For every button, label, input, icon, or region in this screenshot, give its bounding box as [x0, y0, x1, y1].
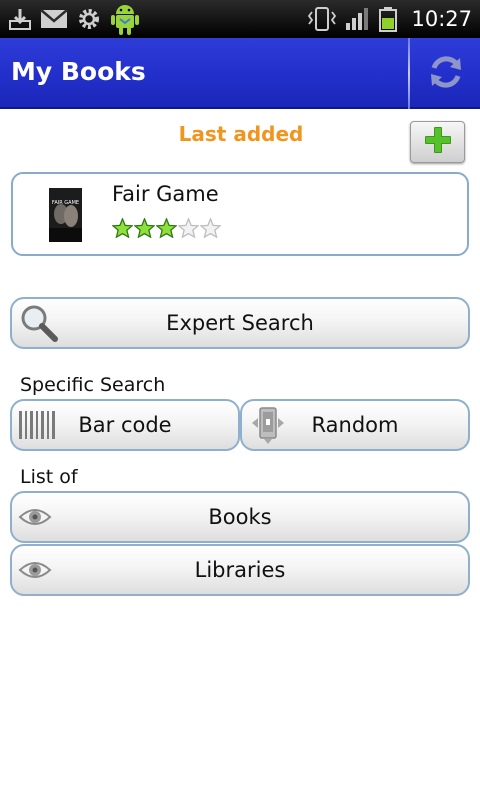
list-books-button[interactable]: Books [10, 491, 470, 543]
settings-icon [76, 6, 102, 32]
status-bar: 10:27 [0, 0, 480, 38]
star-empty-icon [199, 217, 222, 242]
download-icon [8, 7, 32, 31]
book-title: Fair Game [112, 182, 219, 206]
expert-search-button[interactable]: Expert Search [10, 297, 470, 349]
page-title: My Books [11, 57, 146, 86]
eye-icon [18, 505, 52, 529]
list-libraries-label: Libraries [194, 558, 286, 582]
refresh-icon [426, 52, 466, 96]
android-icon [110, 2, 140, 36]
eye-icon [18, 558, 52, 582]
gmail-icon [40, 8, 68, 30]
barcode-icon [18, 410, 58, 440]
action-bar-divider [408, 38, 410, 109]
action-bar: My Books [0, 38, 480, 109]
signal-icon [345, 7, 371, 31]
last-added-label: Last added [178, 122, 304, 146]
last-added-book-card[interactable]: FAIR GAME Fair Game [11, 172, 469, 256]
star-empty-icon [177, 217, 200, 242]
star-filled-icon [133, 217, 156, 242]
plus-icon [423, 125, 453, 159]
barcode-search-button[interactable]: Bar code [10, 399, 240, 451]
expert-search-label: Expert Search [166, 311, 314, 335]
list-of-label: List of [20, 466, 78, 488]
battery-icon [379, 6, 398, 32]
status-time: 10:27 [411, 7, 472, 31]
star-filled-icon [111, 217, 134, 242]
random-device-icon [248, 405, 288, 445]
book-cover-image: FAIR GAME [49, 188, 82, 242]
barcode-search-label: Bar code [78, 413, 172, 437]
refresh-button[interactable] [412, 38, 480, 109]
add-book-button[interactable] [410, 121, 465, 163]
star-filled-icon [155, 217, 178, 242]
list-books-label: Books [208, 505, 272, 529]
list-libraries-button[interactable]: Libraries [10, 544, 470, 596]
book-cover-title: FAIR GAME [51, 200, 80, 206]
random-search-label: Random [311, 413, 399, 437]
vibrate-icon [307, 6, 337, 32]
magnifier-icon [18, 303, 60, 343]
book-rating [111, 217, 222, 242]
specific-search-label: Specific Search [20, 374, 166, 396]
random-search-button[interactable]: Random [240, 399, 470, 451]
